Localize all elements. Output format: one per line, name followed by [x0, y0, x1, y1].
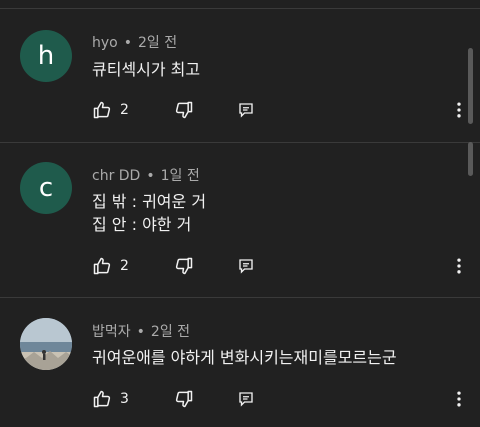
thumb-down-icon	[175, 390, 193, 408]
more-options-button[interactable]	[449, 387, 469, 411]
comment-actions: 3	[92, 387, 472, 411]
avatar[interactable]	[20, 318, 72, 370]
avatar[interactable]: c	[20, 162, 72, 214]
like-button[interactable]: 3	[92, 387, 129, 411]
like-count: 2	[120, 258, 129, 274]
top-divider	[0, 8, 480, 9]
comment-actions: 2	[92, 98, 472, 122]
like-count: 2	[120, 102, 129, 118]
comment-actions: 2	[92, 254, 472, 278]
separator-dot: •	[123, 35, 132, 51]
author-name[interactable]: hyo	[92, 35, 118, 51]
thumb-down-icon	[175, 257, 193, 275]
thumb-up-icon	[93, 390, 111, 408]
more-vertical-icon	[457, 391, 461, 407]
separator-dot: •	[146, 168, 155, 184]
comment-line: 귀여운애를 야하게 변화시키는재미를모르는군	[92, 348, 397, 367]
comment-time[interactable]: 2일 전	[151, 324, 190, 340]
avatar-letter: c	[38, 173, 54, 203]
reply-button[interactable]	[237, 254, 255, 278]
author-name[interactable]: 밥먹자	[92, 324, 131, 340]
comment-line: 집 밖 : 귀여운 거	[92, 192, 207, 211]
thumb-up-icon	[93, 101, 111, 119]
beach-photo-avatar	[20, 318, 72, 370]
comment-time[interactable]: 2일 전	[138, 35, 177, 51]
comment-text: 집 밖 : 귀여운 거 집 안 : 야한 거	[92, 190, 206, 236]
comment-text: 큐티섹시가 최고	[92, 58, 200, 81]
comment-meta: 밥먹자 • 2일 전	[92, 321, 190, 341]
dislike-button[interactable]	[174, 254, 194, 278]
thumb-up-icon	[93, 257, 111, 275]
thumb-down-icon	[175, 101, 193, 119]
comment-line: 집 안 : 야한 거	[92, 215, 192, 234]
comment-time[interactable]: 1일 전	[161, 168, 200, 184]
scrollbar-thumb[interactable]	[468, 48, 473, 124]
reply-icon	[239, 103, 253, 118]
reply-icon	[239, 392, 253, 407]
comment-divider	[0, 297, 480, 298]
more-options-button[interactable]	[449, 98, 469, 122]
like-button[interactable]: 2	[92, 98, 129, 122]
reply-button[interactable]	[237, 98, 255, 122]
separator-dot: •	[136, 324, 145, 340]
more-options-button[interactable]	[449, 254, 469, 278]
author-name[interactable]: chr DD	[92, 168, 140, 184]
reply-button[interactable]	[237, 387, 255, 411]
avatar[interactable]: h	[20, 30, 72, 82]
comment-meta: hyo • 2일 전	[92, 32, 177, 52]
avatar-letter: h	[37, 41, 55, 71]
more-vertical-icon	[457, 102, 461, 118]
scrollbar-thumb[interactable]	[468, 142, 473, 176]
reply-icon	[239, 259, 253, 274]
comment-meta: chr DD • 1일 전	[92, 165, 200, 185]
comment-divider	[0, 142, 480, 143]
like-button[interactable]: 2	[92, 254, 129, 278]
more-vertical-icon	[457, 258, 461, 274]
dislike-button[interactable]	[174, 98, 194, 122]
dislike-button[interactable]	[174, 387, 194, 411]
comment-text: 귀여운애를 야하게 변화시키는재미를모르는군	[92, 346, 397, 369]
like-count: 3	[120, 391, 129, 407]
comment-line: 큐티섹시가 최고	[92, 60, 201, 79]
